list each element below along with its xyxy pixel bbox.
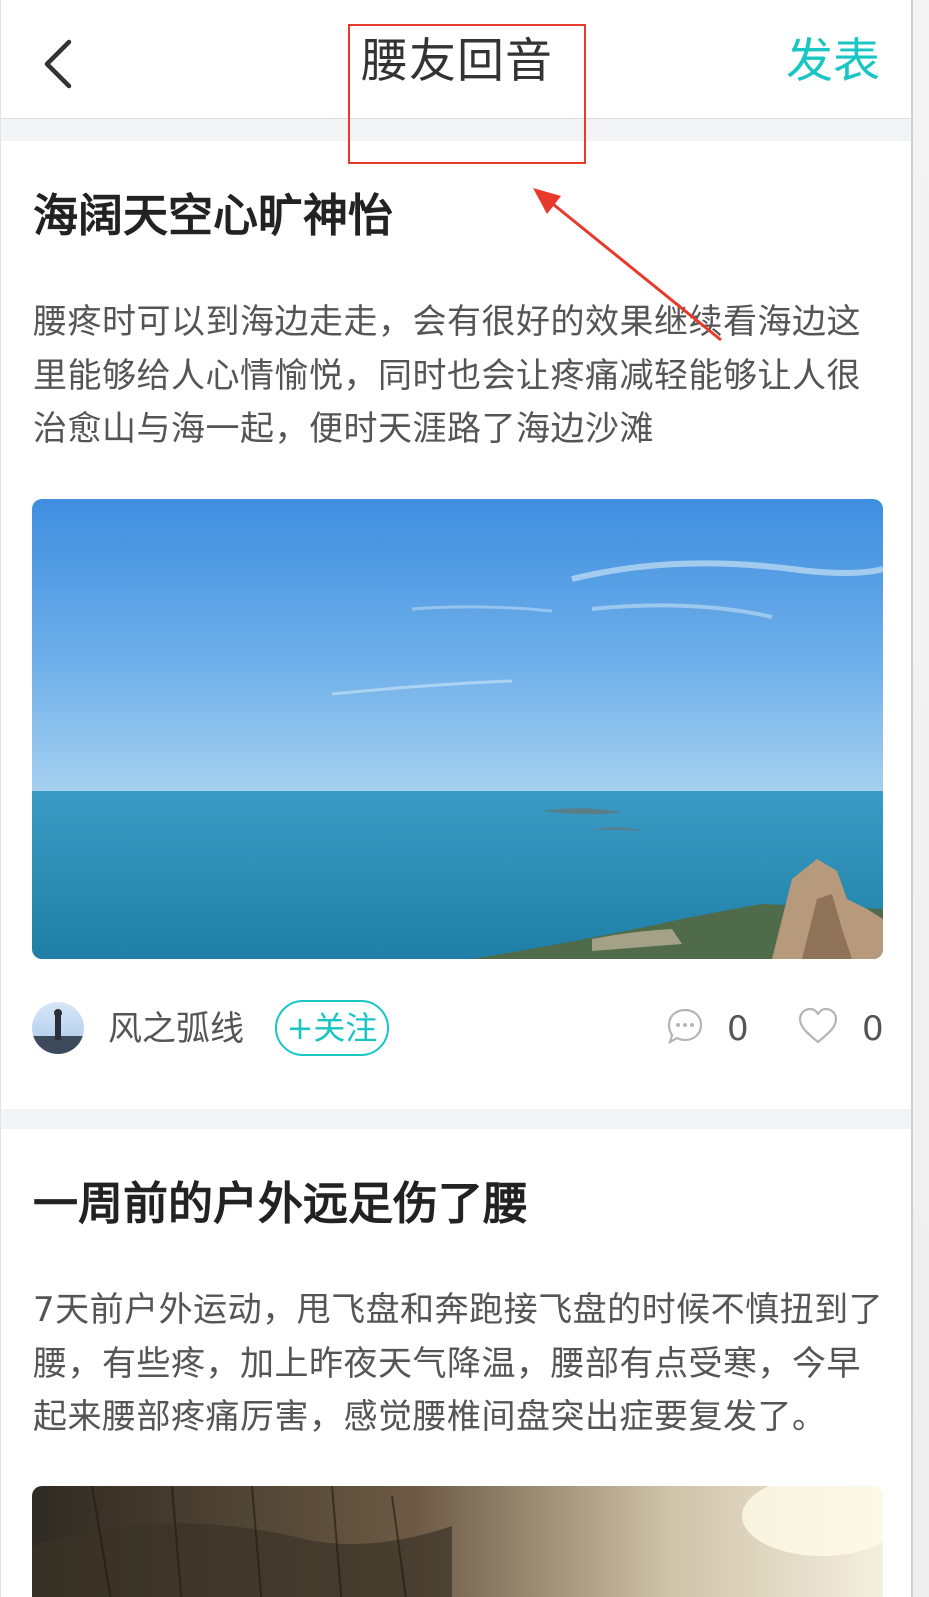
post-card[interactable]: 一周前的户外远足伤了腰 7天前户外运动，甩飞盘和奔跑接飞盘的时候不慎扭到了腰，有…	[1, 1129, 911, 1597]
post-image[interactable]	[32, 1486, 883, 1597]
post-meta-row: 风之弧线 +关注 0 0	[1, 996, 911, 1062]
heart-icon[interactable]	[797, 1006, 839, 1046]
author-name[interactable]: 风之弧线	[108, 1004, 244, 1054]
post-card[interactable]: 海阔天空心旷神怡 腰疼时可以到海边走走，会有很好的效果继续看海边这里能够给人心情…	[1, 141, 911, 1109]
app-screen: 腰友回音 发表 海阔天空心旷神怡 腰疼时可以到海边走走，会有很好的效果继续看海边…	[0, 0, 913, 1597]
publish-button[interactable]: 发表	[786, 34, 880, 90]
back-button[interactable]	[39, 36, 79, 92]
window-edge	[913, 0, 929, 1597]
section-gap	[1, 1109, 911, 1129]
avatar[interactable]	[32, 1002, 84, 1054]
comment-icon[interactable]	[665, 1006, 705, 1046]
follow-button[interactable]: +关注	[275, 1000, 389, 1056]
post-image[interactable]	[32, 499, 883, 959]
chevron-left-icon	[44, 39, 72, 89]
annotation-box	[348, 24, 586, 164]
post-body: 7天前户外运动，甩飞盘和奔跑接飞盘的时候不慎扭到了腰，有些疼，加上昨夜天气降温，…	[33, 1290, 884, 1437]
user-avatar-image	[32, 1009, 84, 1054]
sea-coast-photo	[32, 499, 883, 959]
comment-count: 0	[727, 1009, 749, 1049]
outdoor-hike-photo	[32, 1486, 883, 1597]
post-title: 一周前的户外远足伤了腰	[33, 1177, 529, 1230]
post-title: 海阔天空心旷神怡	[33, 189, 394, 242]
annotation-arrow-icon	[533, 188, 722, 342]
like-count: 0	[862, 1009, 884, 1049]
